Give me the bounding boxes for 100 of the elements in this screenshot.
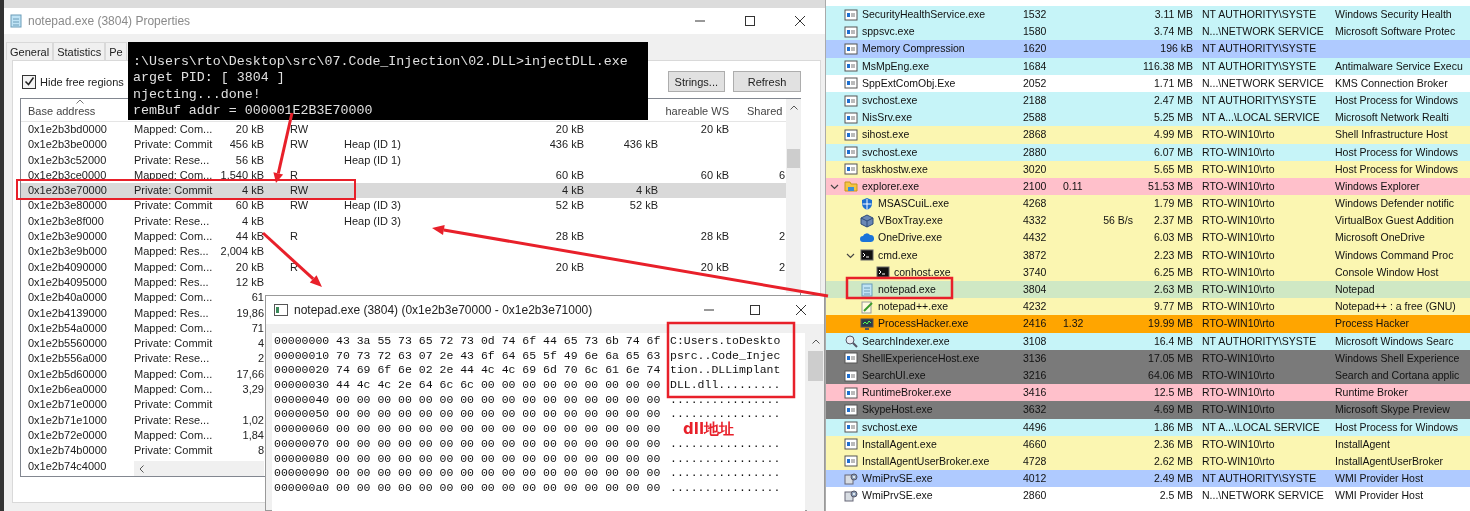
column-header[interactable]: Shared [729,105,783,118]
notepad-icon [10,14,22,28]
tab[interactable]: General [6,42,54,60]
console-icon [860,248,874,263]
close-button[interactable] [795,16,805,26]
table-cell-text: 16.4 MB [1152,333,1193,349]
table-cell-text: 71 [250,320,264,336]
window-icon [844,385,858,400]
horizontal-scrollbar[interactable] [134,461,264,476]
column-header[interactable]: hareable WS [665,105,729,118]
table-cell-text: 60 kB [554,167,584,183]
action-button[interactable]: Refresh [733,71,801,92]
table-cell-text: 0x1e2b3e80000 [28,198,108,214]
tab[interactable]: Pe [105,42,127,60]
table-cell-text: 3740 [1022,264,1048,280]
folder-icon [844,179,858,194]
table-cell-text: 9.77 MB [1152,299,1193,315]
annotation-label: dll地址 [683,422,735,437]
window-icon [844,454,858,469]
table-cell-text: 436 kB [622,137,658,153]
process-row[interactable]: Memory Compression 1620 196 kB NT AUTHORITY\SYSTE [826,40,1470,58]
process-row[interactable]: VBoxTray.exe 4332 56 B/s 2.37 MB RTO-WIN10\rto VirtualBox Guest Addition [826,212,1470,230]
close-button[interactable] [796,305,806,315]
table-cell: Windows Security Health [1335,8,1452,20]
table-cell-text: NT AUTHORITY\SYSTE [1201,7,1318,22]
process-row[interactable]: RuntimeBroker.exe 3416 12.5 MB RTO-WIN10\rto Runtime Broker [826,384,1470,402]
table-cell-text: NT AUTHORITY\SYSTE [1201,92,1318,108]
process-name: NisSrv.exe [862,110,912,126]
table-cell: Windows Defender notific [1335,197,1455,210]
hex-offset: 000000a0 [274,480,331,496]
table-cell-text: 0x1e2b6ea0000 [28,382,108,398]
vertical-scrollbar[interactable] [786,99,801,293]
table-cell-text: 4332 [1022,213,1048,229]
table-cell: Host Process for Windows [1335,93,1459,106]
table-cell-text: Mapped: Com... [134,122,214,137]
table-cell-text: 3804 [1022,282,1048,297]
table-cell-text: RTO-WIN10\rto [1201,213,1276,229]
table-cell: Notepad [1335,283,1375,295]
window-icon [844,7,858,22]
table-cell-text: Mapped: Res... [134,305,210,321]
checkbox[interactable] [22,74,36,89]
sort-caret-icon [76,99,84,104]
process-row[interactable]: sihost.exe 2868 4.99 MB RTO-WIN10\rto Shell Infrastructure Host [826,126,1470,144]
scrollbar-thumb[interactable] [808,351,823,381]
action-button[interactable]: Strings... [667,71,725,92]
table-cell: Windows Command Proc [1335,248,1454,261]
column-header[interactable]: Base address [28,105,96,118]
table-cell-text: 0x1e2b556a000 [28,351,108,367]
maximize-button[interactable] [750,305,760,315]
cube-icon [860,213,874,228]
process-row[interactable]: NisSrv.exe 2588 5.25 MB NT A...\LOCAL SERVICE Microsoft Network Realti [826,109,1470,127]
process-row[interactable]: MSASCuiL.exe 4268 1.79 MB RTO-WIN10\rto Windows Defender notific [826,195,1470,213]
process-row[interactable]: OneDrive.exe 4432 6.03 MB RTO-WIN10\rto Microsoft OneDrive [826,229,1470,247]
table-cell-text: 4660 [1022,436,1048,452]
shield-icon [860,196,874,211]
hex-bytes: 70 73 72 63 07 2e 43 6f 64 65 5f 49 6e 6a 65 63 [336,348,662,364]
tab[interactable]: Statistics [53,42,106,60]
table-cell-text: 2188 [1022,92,1048,108]
process-name: RuntimeBroker.exe [862,385,952,401]
table-cell-text: 4 kB [561,183,584,199]
selected-row[interactable]: 0x1e2b3e70000 Private: Commit 4 kB RW 4 kB 4 kB [21,183,786,199]
process-row[interactable]: sppsvc.exe 1580 3.74 MB N...\NETWORK SERVICE Microsoft Software Protec [826,23,1470,41]
window-icon [844,41,858,56]
process-name: ShellExperienceHost.exe [862,350,980,366]
table-cell-text: R [290,167,299,183]
process-row[interactable]: SkypeHost.exe 3632 4.69 MB RTO-WIN10\rto Microsoft Skype Preview [826,401,1470,419]
table-cell-text: 2052 [1022,75,1048,91]
table-cell-text: RW [290,122,310,137]
table-cell-text: 0x1e2b3e90000 [28,229,108,245]
console-line: remBuf addr = 000001E2B3E70000 [133,102,373,120]
hex-bytes: 00 00 00 00 00 00 00 00 00 00 00 00 00 00 00 00 [336,407,662,423]
table-cell-text: Private: Rese... [134,351,211,367]
table-cell: KMS Connection Broker [1335,76,1448,89]
process-name: VBoxTray.exe [878,213,943,229]
process-name: InstallAgent.exe [862,436,937,452]
process-row[interactable]: notepad.exe 3804 2.63 MB RTO-WIN10\rto Notepad [826,281,1470,299]
table-cell-text: Private: Rese... [134,412,211,428]
table-cell-text: 2100 [1022,178,1048,194]
process-name: SppExtComObj.Exe [862,75,956,91]
table-cell-text: 4268 [1022,196,1048,212]
process-name: ProcessHacker.exe [878,316,969,332]
table-cell-text: 56 kB [234,152,264,168]
process-name: WmiPrvSE.exe [862,488,933,504]
process-row[interactable]: ProcessHacker.exe 2416 1.32 19.99 MB RTO-WIN10\rto Process Hacker [826,315,1470,333]
table-cell-text: 0x1e2b4139000 [28,305,108,321]
hex-bytes: 00 00 00 00 00 00 00 00 00 00 00 00 00 00 00 00 [336,422,662,437]
process-row[interactable]: SecurityHealthService.exe 1532 3.11 MB NT AUTHORITY\SYSTE Windows Security Health [826,6,1470,24]
window-icon [844,402,858,417]
process-row[interactable]: WmiPrvSE.exe 4012 2.49 MB NT AUTHORITY\SYSTE WMI Provider Host [826,470,1470,488]
scrollbar-thumb[interactable] [787,149,800,168]
table-cell-text: Private: Rese... [134,213,211,229]
table-cell-text: Heap (ID 1) [344,137,402,153]
table-cell-text: 2.36 MB [1152,436,1193,452]
table-cell-text: 2868 [1022,127,1048,143]
process-row[interactable]: notepad++.exe 4232 9.77 MB RTO-WIN10\rto Notepad++ : a free (GNU) [826,298,1470,316]
hex-bytes: 00 00 00 00 00 00 00 00 00 00 00 00 00 00 00 00 [336,480,662,496]
maximize-button[interactable] [745,16,755,26]
table-cell-text: 0x1e2b3bd0000 [28,122,108,137]
table-cell: Windows Explorer [1335,179,1420,192]
hex-bytes: 00 00 00 00 00 00 00 00 00 00 00 00 00 00 00 00 [336,392,662,408]
